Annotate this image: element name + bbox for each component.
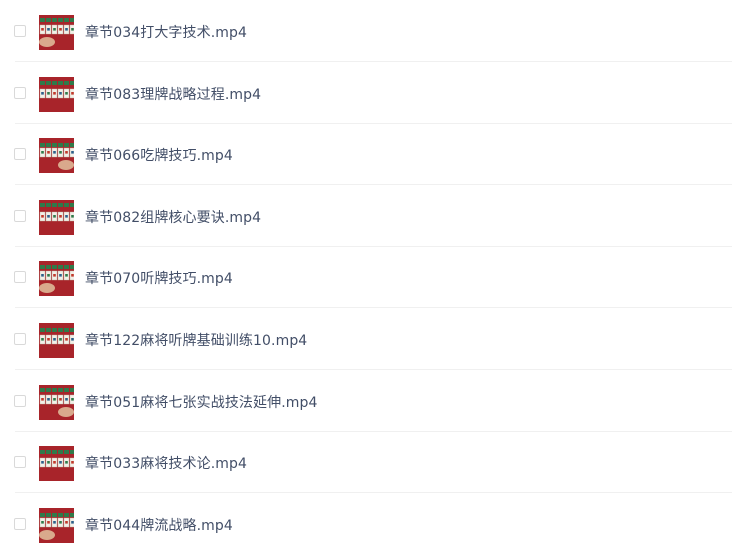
- thumbnail-image: [39, 199, 74, 235]
- file-name[interactable]: 章节083理牌战略过程.mp4: [85, 84, 261, 104]
- list-item[interactable]: 章节083理牌战略过程.mp4: [0, 63, 732, 124]
- select-checkbox[interactable]: [14, 24, 26, 37]
- thumbnail-image: [39, 445, 74, 481]
- row-divider: [15, 492, 732, 493]
- row-divider: [15, 184, 732, 185]
- thumbnail-image: [39, 14, 74, 50]
- thumbnail-image: [39, 384, 74, 420]
- select-checkbox[interactable]: [14, 86, 26, 99]
- video-thumbnail-icon: [39, 137, 74, 173]
- select-checkbox[interactable]: [14, 394, 26, 407]
- select-checkbox[interactable]: [14, 455, 26, 468]
- thumbnail-image: [39, 76, 74, 112]
- list-item[interactable]: 章节066吃牌技巧.mp4: [0, 124, 732, 185]
- video-thumbnail-icon: [39, 76, 74, 112]
- file-name[interactable]: 章节044牌流战略.mp4: [85, 515, 233, 535]
- video-thumbnail-icon: [39, 384, 74, 420]
- row-divider: [15, 369, 732, 370]
- list-item[interactable]: 章节122麻将听牌基础训练10.mp4: [0, 309, 732, 370]
- select-checkbox[interactable]: [14, 517, 26, 530]
- row-divider: [15, 61, 732, 62]
- list-item[interactable]: 章节070听牌技巧.mp4: [0, 247, 732, 308]
- select-checkbox[interactable]: [14, 332, 26, 345]
- thumbnail-image: [39, 260, 74, 296]
- video-thumbnail-icon: [39, 445, 74, 481]
- video-thumbnail-icon: [39, 507, 74, 543]
- list-item[interactable]: 章节033麻将技术论.mp4: [0, 432, 732, 493]
- file-name[interactable]: 章节082组牌核心要诀.mp4: [85, 207, 261, 227]
- video-thumbnail-icon: [39, 14, 74, 50]
- list-item[interactable]: 章节034打大字技术.mp4: [0, 1, 732, 62]
- thumbnail-image: [39, 507, 74, 543]
- thumbnail-image: [39, 137, 74, 173]
- file-name[interactable]: 章节033麻将技术论.mp4: [85, 453, 247, 473]
- thumbnail-image: [39, 322, 74, 358]
- video-thumbnail-icon: [39, 199, 74, 235]
- file-name[interactable]: 章节070听牌技巧.mp4: [85, 268, 233, 288]
- video-thumbnail-icon: [39, 322, 74, 358]
- file-list: 章节034打大字技术.mp4 章节083理牌战略过程.mp4 章节066吃牌技巧…: [0, 0, 732, 544]
- row-divider: [15, 307, 732, 308]
- list-item[interactable]: 章节082组牌核心要诀.mp4: [0, 186, 732, 247]
- file-name[interactable]: 章节066吃牌技巧.mp4: [85, 145, 233, 165]
- select-checkbox[interactable]: [14, 209, 26, 222]
- list-item[interactable]: 章节044牌流战略.mp4: [0, 494, 732, 544]
- select-checkbox[interactable]: [14, 147, 26, 160]
- file-name[interactable]: 章节051麻将七张实战技法延伸.mp4: [85, 392, 318, 412]
- list-item[interactable]: 章节051麻将七张实战技法延伸.mp4: [0, 371, 732, 432]
- file-name[interactable]: 章节034打大字技术.mp4: [85, 22, 247, 42]
- select-checkbox[interactable]: [14, 270, 26, 283]
- video-thumbnail-icon: [39, 260, 74, 296]
- file-name[interactable]: 章节122麻将听牌基础训练10.mp4: [85, 330, 307, 350]
